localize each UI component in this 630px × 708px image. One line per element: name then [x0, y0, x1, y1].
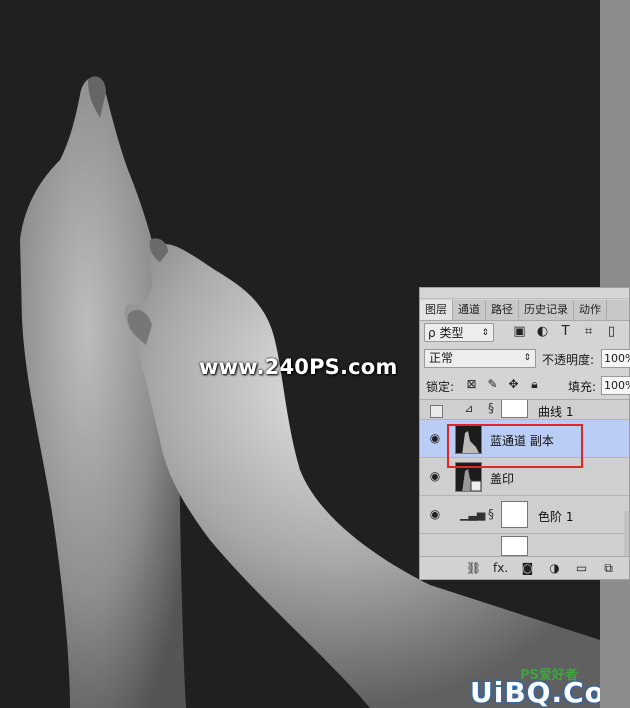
- tab-actions[interactable]: 动作: [574, 300, 607, 320]
- lock-label: 锁定:: [426, 380, 455, 394]
- tab-paths[interactable]: 路径: [486, 300, 519, 320]
- layer-name[interactable]: 盖印: [490, 470, 514, 487]
- kind-filter-label: 类型: [439, 326, 464, 340]
- type-filter-icon[interactable]: T: [558, 324, 573, 340]
- link-icon[interactable]: ⛓: [466, 560, 481, 576]
- eye-icon[interactable]: ◉: [428, 508, 442, 520]
- layer-name[interactable]: 曲线 1: [538, 403, 573, 420]
- layer-row-curves[interactable]: ⊿ § 曲线 1: [420, 400, 629, 420]
- mask-icon[interactable]: ◙: [520, 560, 535, 576]
- layers-scrollbar[interactable]: [624, 511, 629, 557]
- opacity-label: 不透明度:: [542, 353, 595, 367]
- layer-mask-thumbnail[interactable]: [501, 536, 528, 556]
- hands-thumbnail-icon: [462, 431, 479, 453]
- group-icon[interactable]: ▭: [574, 560, 589, 576]
- filter-row: ρ 类型 ⇕ ▣ ◐ T ⌗ ▯: [420, 321, 629, 345]
- link-chain-icon: §: [488, 507, 494, 521]
- layer-row-levels[interactable]: ◉ ▁▃▅ § 色阶 1: [420, 496, 629, 534]
- stepper-arrows-icon: ⇕: [523, 353, 531, 363]
- panel-grip[interactable]: [420, 288, 629, 299]
- watermark-text: www.240PS.com: [199, 355, 398, 379]
- fill-label: 填充:: [568, 380, 597, 394]
- layer-row-stamp[interactable]: ◉ 盖印: [420, 458, 629, 496]
- visibility-toggle-off[interactable]: [430, 405, 443, 418]
- lock-all-icon[interactable]: 🔒︎: [527, 376, 542, 392]
- levels-adjustment-icon: ▁▃▅: [460, 508, 486, 521]
- blend-mode-value: 正常: [429, 351, 454, 365]
- blend-row: 正常 ⇕ 不透明度: 100%: [420, 346, 630, 370]
- lock-pixels-icon[interactable]: ✎: [485, 376, 500, 392]
- layers-panel: 图层 通道 路径 历史记录 动作 ρ 类型 ⇕ ▣ ◐ T ⌗ ▯ 正常 ⇕ 不…: [419, 287, 630, 580]
- filter-icons: ▣ ◐ T ⌗ ▯: [512, 324, 619, 340]
- curves-adjustment-icon: ⊿: [464, 402, 474, 415]
- layer-mask-thumbnail[interactable]: [501, 501, 528, 528]
- search-icon: ρ: [428, 326, 436, 340]
- panel-footer: ⛓ fx. ◙ ◑ ▭ ⧉: [420, 556, 629, 579]
- link-chain-icon: §: [488, 401, 494, 415]
- new-layer-icon[interactable]: ⧉: [601, 560, 616, 576]
- lock-transparency-icon[interactable]: ⊠: [464, 376, 479, 392]
- smart-object-filter-icon[interactable]: ▯: [604, 324, 619, 340]
- adjustment-filter-icon[interactable]: ◐: [535, 324, 550, 340]
- layer-thumbnail[interactable]: [455, 462, 482, 492]
- hands-thumbnail-icon: [462, 469, 481, 491]
- layer-name[interactable]: 色阶 1: [538, 508, 573, 525]
- lock-position-icon[interactable]: ✥: [506, 376, 521, 392]
- lock-icons: ⊠ ✎ ✥ 🔒︎: [464, 376, 542, 392]
- fill-input[interactable]: 100%: [601, 376, 630, 395]
- eye-icon[interactable]: ◉: [428, 432, 442, 444]
- adjustment-icon[interactable]: ◑: [547, 560, 562, 576]
- layer-row-partial[interactable]: [420, 534, 629, 557]
- fx-icon[interactable]: fx.: [493, 560, 508, 576]
- stepper-arrows-icon: ⇕: [481, 328, 489, 338]
- blend-mode-select[interactable]: 正常 ⇕: [424, 349, 536, 368]
- kind-filter-select[interactable]: ρ 类型 ⇕: [424, 323, 494, 342]
- layer-mask-thumbnail[interactable]: [501, 400, 528, 418]
- panel-tabs: 图层 通道 路径 历史记录 动作: [420, 300, 629, 321]
- lock-row: 锁定: ⊠ ✎ ✥ 🔒︎ 填充: 100%: [420, 373, 630, 397]
- tab-history[interactable]: 历史记录: [519, 300, 574, 320]
- eye-icon[interactable]: ◉: [428, 470, 442, 482]
- layer-name[interactable]: 蓝通道 副本: [490, 432, 554, 449]
- tab-layers[interactable]: 图层: [420, 300, 453, 320]
- layer-thumbnail[interactable]: [455, 424, 482, 454]
- footer-icons: ⛓ fx. ◙ ◑ ▭ ⧉: [466, 560, 616, 576]
- tab-channels[interactable]: 通道: [453, 300, 486, 320]
- site-logo: PS爱好者 UiBQ.CoM: [470, 664, 600, 708]
- layers-list: ⊿ § 曲线 1 ◉ 蓝通道 副本 ◉ 盖印 ◉ ▁▃▅ § 色阶 1: [420, 399, 629, 557]
- shape-filter-icon[interactable]: ⌗: [581, 324, 596, 340]
- opacity-input[interactable]: 100%: [601, 349, 630, 368]
- pixel-filter-icon[interactable]: ▣: [512, 324, 527, 340]
- site-logo-main: UiBQ.CoM: [470, 676, 600, 708]
- layer-row-blue-channel-copy[interactable]: ◉ 蓝通道 副本: [420, 420, 629, 458]
